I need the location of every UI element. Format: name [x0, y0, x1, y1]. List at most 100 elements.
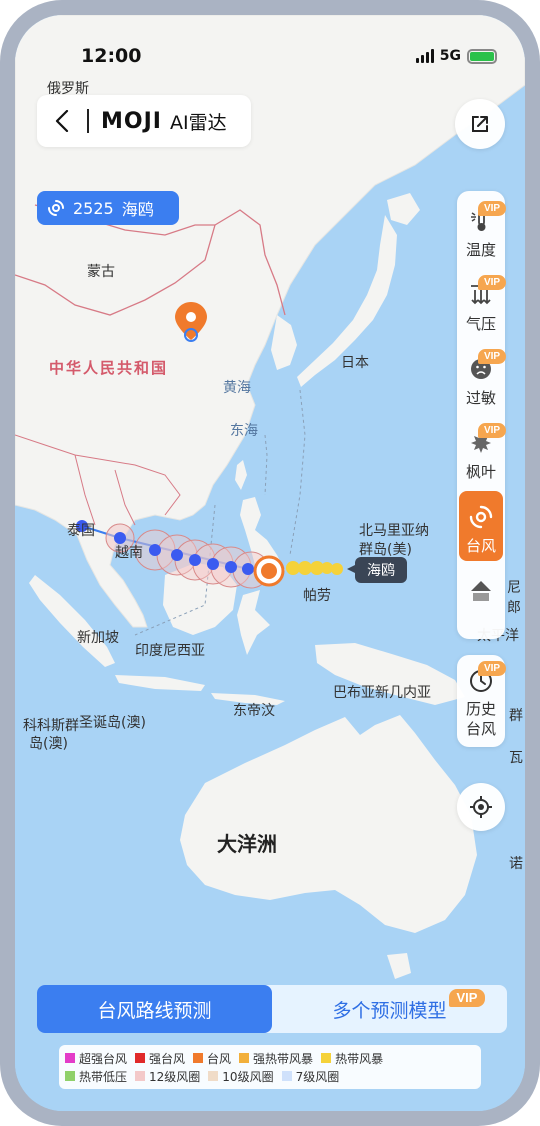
back-button[interactable]: [37, 95, 87, 147]
legend: 超强台风 强台风 台风 强热带风暴 热带风暴 热带低压 12级风圈 10级风圈 …: [59, 1045, 481, 1089]
legend-label: 超强台风: [79, 1051, 128, 1066]
share-button[interactable]: [455, 99, 505, 149]
tab-label: 多个预测模型: [332, 999, 447, 1022]
battery-icon: [467, 48, 497, 64]
status-time: 12:00: [81, 45, 142, 67]
legend-swatch: [239, 1053, 250, 1063]
legend-label: 7级风圈: [295, 1069, 340, 1084]
label-cocos-2: 岛(澳): [29, 736, 68, 752]
vip-badge: VIP: [478, 423, 506, 438]
network-label: 5G: [439, 48, 461, 64]
label-png: 巴布亚新几内亚: [333, 685, 431, 701]
label-edge-4: 群: [509, 708, 523, 724]
label-east-timor: 东帝汶: [233, 703, 275, 719]
typhoon-code: 2525: [73, 198, 114, 218]
tool-allergy[interactable]: VIP 过敏: [457, 343, 506, 413]
legend-item: 7级风圈: [281, 1068, 340, 1085]
tool-maple[interactable]: VIP 枫叶: [457, 417, 506, 487]
label-edge-1: 尼: [507, 580, 521, 596]
label-yellow-sea: 黄海: [223, 380, 251, 396]
label-china: 中华人民共和国: [49, 359, 169, 377]
tool-label: 温度: [465, 241, 496, 259]
tool-label: 枫叶: [465, 463, 496, 481]
legend-label: 强热带风暴: [253, 1051, 314, 1066]
legend-swatch: [65, 1071, 75, 1081]
label-edge-5: 瓦: [509, 750, 523, 766]
phone-frame: 海鸥 俄罗斯 蒙古 中华人民共和国 日本 黄海 东海 泰国 越南 新加坡 印度尼…: [0, 0, 540, 1126]
track-label: 海鸥: [367, 562, 395, 579]
label-singapore: 新加坡: [77, 630, 119, 646]
typhoon-name: 海鸥: [121, 200, 154, 219]
typhoon-selector[interactable]: 2525 海鸥: [37, 191, 179, 225]
bottom-tabs: 台风路线预测 多个预测模型 VIP: [37, 985, 507, 1033]
label-n-mariana-1: 北马里亚纳: [359, 523, 429, 539]
legend-swatch: [135, 1071, 146, 1081]
legend-swatch: [135, 1053, 146, 1063]
share-icon: [472, 116, 488, 132]
label-cocos-1: 科科斯群: [23, 718, 79, 734]
layer-tool-rail: VIP 温度 VIP 气压 VIP 过敏 VIP 枫叶 台风: [457, 191, 506, 639]
history-label: 历史 台风: [457, 699, 505, 739]
vip-badge: VIP: [478, 349, 506, 364]
vip-badge: VIP: [478, 275, 506, 290]
legend-item: 强台风: [135, 1050, 185, 1067]
tab-route-forecast[interactable]: 台风路线预测: [37, 985, 272, 1033]
back-arrow-icon: [55, 110, 69, 132]
legend-item: 12级风圈: [135, 1068, 200, 1085]
legend-label: 12级风圈: [149, 1069, 201, 1084]
vip-badge: VIP: [478, 661, 506, 676]
legend-item: 强热带风暴: [239, 1050, 313, 1067]
typhoon-swirl-icon: [48, 200, 64, 216]
tool-temperature[interactable]: VIP 温度: [457, 195, 506, 265]
legend-row: 热带低压 12级风圈 10级风圈 7级风圈: [65, 1067, 475, 1085]
label-edge-6: 诺: [509, 856, 523, 872]
legend-item: 热带低压: [65, 1068, 127, 1085]
map-canvas[interactable]: 海鸥: [15, 15, 525, 1111]
tool-typhoon[interactable]: 台风: [459, 491, 503, 561]
label-japan: 日本: [341, 355, 369, 371]
vip-badge: VIP: [449, 989, 485, 1007]
tool-pressure[interactable]: VIP 气压: [457, 269, 506, 339]
legend-swatch: [208, 1071, 219, 1081]
app-screen: 海鸥 俄罗斯 蒙古 中华人民共和国 日本 黄海 东海 泰国 越南 新加坡 印度尼…: [15, 15, 525, 1111]
header-bar: MOJI AI雷达: [37, 95, 251, 147]
tool-layer[interactable]: [457, 565, 505, 635]
label-palau: 帕劳: [303, 588, 331, 604]
label-thailand: 泰国: [67, 523, 95, 539]
legend-label: 10级风圈: [222, 1069, 274, 1084]
product-title: AI雷达: [169, 111, 227, 134]
legend-item: 热带风暴: [321, 1050, 383, 1067]
brand-logo: MOJI: [101, 108, 162, 134]
tab-forecast-models[interactable]: 多个预测模型 VIP: [272, 985, 507, 1033]
label-edge-2: 郎: [507, 600, 521, 616]
crosshair-icon: [470, 796, 492, 818]
tool-label: 气压: [465, 315, 496, 333]
signal-icon: [415, 49, 434, 63]
legend-label: 台风: [207, 1051, 232, 1066]
legend-swatch: [193, 1053, 204, 1063]
label-indonesia: 印度尼西亚: [135, 643, 205, 659]
tool-label: 台风: [465, 537, 496, 555]
label-oceania: 大洋洲: [217, 832, 277, 856]
label-n-mariana-2: 群岛(美): [359, 542, 412, 558]
label-vietnam: 越南: [115, 545, 143, 561]
tool-label: 过敏: [465, 389, 496, 407]
legend-label: 强台风: [149, 1051, 186, 1066]
typhoon-icon: [469, 505, 493, 529]
locate-button[interactable]: [457, 783, 505, 831]
label-east-sea: 东海: [230, 423, 258, 439]
legend-item: 超强台风: [65, 1050, 127, 1067]
label-mongolia: 蒙古: [87, 264, 115, 280]
history-label-line2: 台风: [465, 720, 496, 738]
legend-swatch: [281, 1071, 292, 1081]
vip-badge: VIP: [478, 201, 506, 216]
legend-label: 热带低压: [79, 1069, 128, 1084]
legend-row: 超强台风 强台风 台风 强热带风暴 热带风暴: [65, 1049, 475, 1067]
history-typhoon-button[interactable]: VIP 历史 台风: [457, 655, 506, 747]
status-indicators: 5G: [415, 48, 497, 64]
tab-label: 台风路线预测: [97, 999, 212, 1022]
legend-label: 热带风暴: [335, 1051, 384, 1066]
header-divider: [87, 109, 89, 133]
legend-item: 10级风圈: [208, 1068, 274, 1085]
label-christmas: 圣诞岛(澳): [79, 715, 146, 731]
